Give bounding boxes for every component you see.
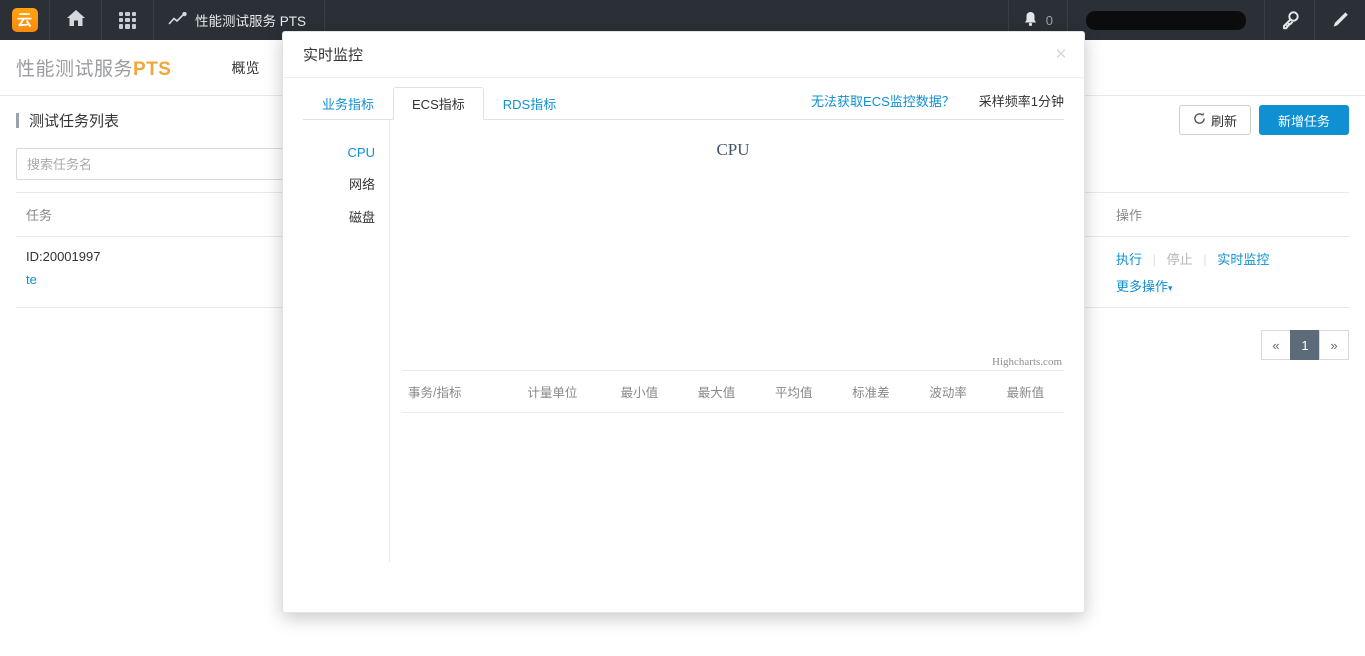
column-header-actions: 操作 bbox=[1106, 192, 1349, 237]
sampling-frequency-label: 采样频率1分钟 bbox=[978, 94, 1064, 109]
bell-icon bbox=[1023, 11, 1038, 30]
task-name-link[interactable]: te bbox=[26, 272, 37, 287]
page-brand: 性能测试服务PTS bbox=[16, 54, 171, 81]
brand-prefix: 性能测试服务 bbox=[16, 59, 134, 80]
notification-count: 0 bbox=[1045, 12, 1053, 28]
metric-col-unit: 计量单位 bbox=[504, 371, 601, 413]
key-icon bbox=[1280, 10, 1300, 30]
apps-menu-button[interactable] bbox=[102, 0, 154, 40]
logo-glyph: 云 bbox=[16, 10, 32, 29]
close-icon[interactable]: ✕ bbox=[1052, 46, 1070, 64]
action-separator-1: | bbox=[1152, 252, 1157, 267]
refresh-button-label: 刷新 bbox=[1210, 113, 1237, 129]
dialog-tabs: 业务指标 ECS指标 RDS指标 bbox=[303, 78, 575, 120]
search-input[interactable] bbox=[16, 148, 306, 180]
metric-col-min: 最小值 bbox=[600, 371, 678, 413]
line-chart-icon bbox=[168, 11, 187, 29]
aliyun-cloud-logo-icon: 云 bbox=[11, 8, 38, 32]
product-name-label: 性能测试服务 PTS bbox=[195, 14, 307, 29]
more-actions-dropdown[interactable]: 更多操作▾ bbox=[1116, 279, 1173, 294]
chart-column: CPU Highcharts.com 事务/指标 计量单位 最小值 最大值 平均… bbox=[390, 120, 1064, 562]
tab-ecs-metrics[interactable]: ECS指标 bbox=[393, 87, 484, 120]
cannot-fetch-ecs-data-link[interactable]: 无法获取ECS监控数据？ bbox=[811, 91, 955, 110]
action-execute-link[interactable]: 执行 bbox=[1116, 252, 1142, 267]
metric-nav-item-cpu[interactable]: CPU bbox=[303, 138, 375, 167]
section-actions: 刷新 新增任务 bbox=[1178, 105, 1349, 135]
account-menu[interactable] bbox=[1068, 0, 1265, 40]
refresh-button[interactable]: 刷新 bbox=[1178, 105, 1251, 135]
dialog-header: 实时监控 ✕ bbox=[283, 32, 1084, 78]
metric-nav: CPU 网络 磁盘 bbox=[303, 120, 390, 562]
highcharts-credit[interactable]: Highcharts.com bbox=[992, 356, 1062, 368]
access-key-button[interactable] bbox=[1265, 0, 1315, 40]
metric-nav-item-disk[interactable]: 磁盘 bbox=[303, 200, 375, 233]
pagination-next[interactable]: » bbox=[1319, 330, 1349, 360]
actions-line-2: 更多操作▾ bbox=[1116, 276, 1339, 295]
metric-col-stddev: 标准差 bbox=[832, 371, 910, 413]
metric-col-avg: 平均值 bbox=[755, 371, 833, 413]
add-task-button-label: 新增任务 bbox=[1277, 113, 1330, 129]
dialog-body: 业务指标 ECS指标 RDS指标 无法获取ECS监控数据？ 采样频率1分钟 CP… bbox=[283, 78, 1084, 612]
dialog-tab-bar-right: 无法获取ECS监控数据？ 采样频率1分钟 bbox=[811, 91, 1064, 119]
metric-summary-table: 事务/指标 计量单位 最小值 最大值 平均值 标准差 波动率 最新值 bbox=[402, 371, 1064, 413]
metric-table-head: 事务/指标 计量单位 最小值 最大值 平均值 标准差 波动率 最新值 bbox=[402, 371, 1064, 413]
refresh-icon bbox=[1193, 112, 1206, 128]
metric-nav-item-network[interactable]: 网络 bbox=[303, 167, 375, 200]
add-task-button[interactable]: 新增任务 bbox=[1258, 105, 1349, 135]
grid-apps-icon bbox=[119, 11, 136, 29]
actions-line-1: 执行 | 停止 | 实时监控 bbox=[1116, 249, 1339, 268]
home-button[interactable] bbox=[50, 0, 102, 40]
dialog-title: 实时监控 bbox=[303, 47, 364, 64]
realtime-monitor-dialog: 实时监控 ✕ 业务指标 ECS指标 RDS指标 无法获取ECS监控数据？ 采样频… bbox=[282, 31, 1085, 613]
nav-item-overview[interactable]: 概览 bbox=[231, 58, 259, 78]
action-separator-2: | bbox=[1203, 252, 1207, 267]
actions-cell: 执行 | 停止 | 实时监控 更多操作▾ bbox=[1106, 236, 1349, 308]
metric-col-latest: 最新值 bbox=[986, 371, 1064, 413]
pencil-icon bbox=[1330, 10, 1350, 30]
tab-rds-metrics[interactable]: RDS指标 bbox=[484, 87, 575, 120]
metric-col-transaction: 事务/指标 bbox=[402, 371, 505, 413]
section-title: 测试任务列表 bbox=[16, 110, 119, 131]
feedback-pencil-button[interactable] bbox=[1315, 0, 1365, 40]
chart-title: CPU bbox=[716, 140, 750, 159]
action-realtime-monitor-link[interactable]: 实时监控 bbox=[1217, 252, 1269, 267]
metric-col-max: 最大值 bbox=[677, 371, 756, 413]
dialog-tab-bar: 业务指标 ECS指标 RDS指标 无法获取ECS监控数据？ 采样频率1分钟 bbox=[303, 78, 1064, 120]
home-icon bbox=[66, 9, 86, 32]
brand-accent: PTS bbox=[133, 59, 172, 80]
metrics-panel: CPU 网络 磁盘 CPU Highcharts.com 事务/指标 计量单位 … bbox=[303, 120, 1064, 562]
page-navigation: 概览 bbox=[231, 58, 259, 78]
more-actions-label: 更多操作 bbox=[1116, 279, 1169, 294]
pagination-page-1[interactable]: 1 bbox=[1290, 330, 1320, 360]
account-email-redacted bbox=[1086, 10, 1246, 30]
metric-table-header-row: 事务/指标 计量单位 最小值 最大值 平均值 标准差 波动率 最新值 bbox=[402, 371, 1064, 413]
metric-col-volatility: 波动率 bbox=[909, 371, 987, 413]
action-stop-link: 停止 bbox=[1166, 252, 1193, 267]
aliyun-logo-button[interactable]: 云 bbox=[0, 0, 50, 40]
cpu-chart[interactable]: CPU Highcharts.com bbox=[402, 120, 1064, 370]
chevron-down-icon: ▾ bbox=[1168, 283, 1173, 293]
tab-business-metrics[interactable]: 业务指标 bbox=[303, 87, 393, 120]
pagination-prev[interactable]: « bbox=[1261, 330, 1291, 360]
